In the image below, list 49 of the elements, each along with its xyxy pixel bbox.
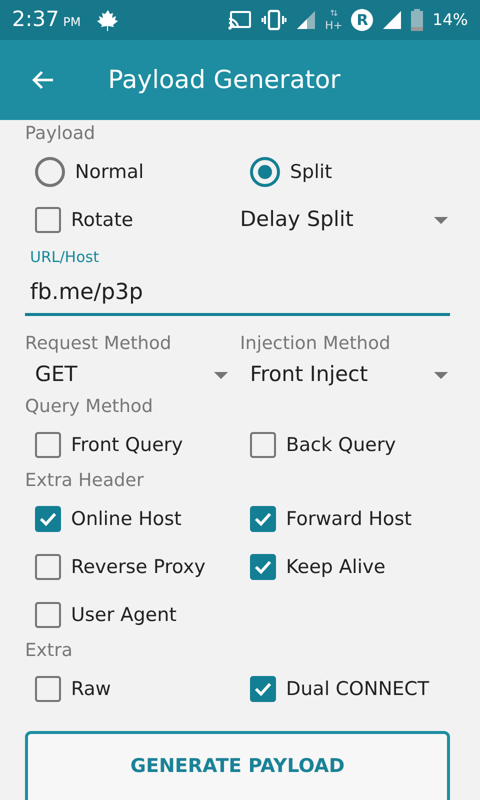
signal-icon (382, 9, 402, 31)
battery-icon (411, 9, 424, 31)
status-time: 2:37 (12, 6, 60, 34)
checkbox[interactable] (250, 676, 276, 702)
vibrate-icon (260, 9, 287, 31)
split-type-dropdown[interactable]: Delay Split (240, 204, 450, 236)
url-host-field[interactable]: fb.me/p3p (25, 270, 450, 316)
field-label: Injection Method (240, 332, 392, 356)
option-label: User Agent (71, 602, 177, 628)
network-type: H+ (324, 21, 342, 31)
section-label: Query Method (25, 395, 154, 419)
generate-button[interactable]: GENERATE PAYLOAD (25, 731, 450, 800)
option-label: Reverse Proxy (71, 554, 206, 580)
checkbox[interactable] (35, 554, 61, 580)
checkbox[interactable] (35, 676, 61, 702)
option-label: Back Query (286, 432, 396, 458)
section-label: Extra (25, 639, 74, 663)
checkbox[interactable] (35, 506, 61, 532)
checkbox[interactable] (250, 554, 276, 580)
radio-button[interactable] (250, 157, 280, 187)
radio-button[interactable] (35, 157, 65, 187)
cast-icon (228, 9, 252, 31)
checkbox[interactable] (250, 432, 276, 458)
leaf-icon (96, 9, 119, 31)
screen-title: Payload Generator (108, 64, 340, 96)
option-label: Front Query (71, 432, 183, 458)
option-label: Normal (75, 160, 144, 185)
method-dropdown[interactable]: GET (25, 357, 230, 393)
roaming-badge: R (351, 9, 374, 31)
option-label: Raw (71, 676, 111, 702)
field-label: URL/Host (29, 247, 100, 268)
battery-level: 14% (432, 9, 468, 31)
status-ampm: PM (63, 14, 81, 32)
method-dropdown[interactable]: Front Inject (240, 357, 450, 393)
option-label: Split (290, 160, 332, 185)
signal-icon (296, 9, 316, 31)
checkbox[interactable] (35, 602, 61, 628)
field-label: Request Method (25, 332, 172, 356)
option-label: Rotate (71, 208, 134, 233)
option-label: Dual CONNECT (286, 676, 430, 702)
back-icon[interactable] (31, 69, 55, 91)
section-label: Payload (25, 122, 96, 146)
option-label: Online Host (71, 506, 182, 532)
checkbox[interactable] (35, 432, 61, 458)
checkbox[interactable] (35, 207, 61, 233)
section-label: Extra Header (25, 469, 145, 493)
option-label: Forward Host (286, 506, 412, 532)
option-label: Keep Alive (286, 554, 386, 580)
checkbox[interactable] (250, 506, 276, 532)
